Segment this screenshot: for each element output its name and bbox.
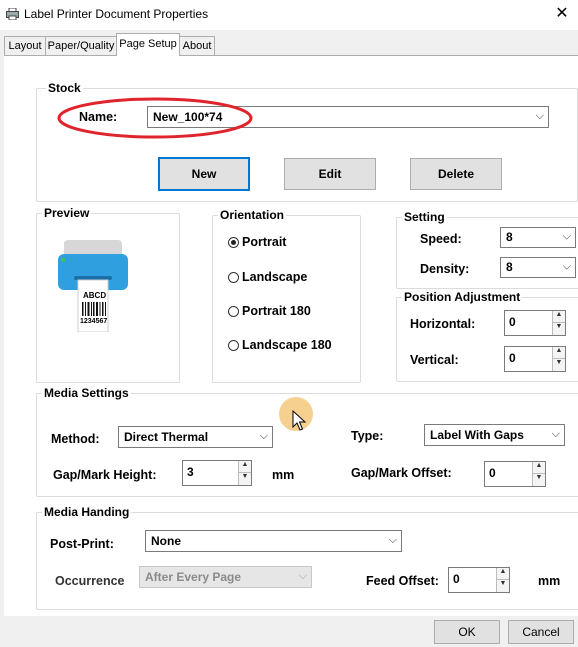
radio-portrait[interactable]	[228, 237, 239, 248]
media-settings-label: Media Settings	[42, 386, 131, 400]
horizontal-label: Horizontal:	[410, 317, 476, 331]
density-dropdown[interactable]: 8 ⌵	[500, 257, 576, 278]
speed-value: 8	[506, 230, 513, 244]
media-handing-group	[36, 512, 578, 610]
gap-mark-height-unit: mm	[272, 468, 295, 482]
vertical-spinner[interactable]: 0 ▲ ▼	[504, 346, 566, 372]
cancel-button[interactable]: Cancel	[508, 620, 574, 644]
type-value: Label With Gaps	[430, 428, 524, 442]
chevron-down-icon: ⌵	[259, 430, 268, 442]
window-title: Label Printer Document Properties	[24, 7, 209, 21]
spin-down-icon[interactable]: ▼	[552, 359, 565, 371]
feed-offset-label: Feed Offset:	[366, 574, 439, 588]
horizontal-value: 0	[509, 315, 516, 329]
method-dropdown[interactable]: Direct Thermal ⌵	[118, 426, 273, 448]
chevron-down-icon: ⌵	[535, 110, 544, 122]
density-value: 8	[506, 260, 513, 274]
red-highlight-ellipse	[57, 97, 253, 139]
radio-landscape[interactable]	[228, 272, 239, 283]
occurrence-label: Occurrence	[55, 574, 125, 588]
tab-layout[interactable]: Layout	[4, 36, 46, 55]
spin-up-icon[interactable]: ▲	[552, 311, 565, 323]
media-handing-label: Media Handing	[42, 505, 132, 519]
spin-up-icon[interactable]: ▲	[532, 462, 545, 474]
post-print-value: None	[151, 534, 181, 548]
chevron-down-icon: ⌵	[551, 428, 560, 440]
speed-label: Speed:	[420, 232, 462, 246]
chevron-down-icon: ⌵	[562, 230, 571, 243]
spin-up-icon[interactable]: ▲	[238, 461, 251, 473]
orientation-portrait-180-label: Portrait 180	[242, 304, 311, 318]
occurrence-dropdown: After Every Page ⌵	[139, 566, 312, 588]
post-print-dropdown[interactable]: None ⌵	[145, 530, 402, 552]
close-icon[interactable]: ✕	[552, 4, 572, 24]
chevron-down-icon: ⌵	[562, 260, 571, 273]
density-label: Density:	[420, 262, 470, 276]
post-print-label: Post-Print:	[50, 537, 114, 551]
feed-offset-spinner[interactable]: 0 ▲ ▼	[448, 567, 510, 593]
tab-page-setup[interactable]: Page Setup	[116, 33, 180, 56]
spin-down-icon[interactable]: ▼	[496, 580, 509, 592]
orientation-landscape-label: Landscape	[242, 270, 308, 284]
method-value: Direct Thermal	[124, 430, 209, 444]
spin-down-icon[interactable]: ▼	[552, 323, 565, 335]
spin-up-icon[interactable]: ▲	[496, 568, 509, 580]
gap-mark-offset-label: Gap/Mark Offset:	[351, 466, 452, 480]
stock-group-label: Stock	[46, 81, 83, 95]
orientation-portrait-label: Portrait	[242, 235, 287, 249]
edit-stock-button[interactable]: Edit	[284, 158, 376, 190]
speed-dropdown[interactable]: 8 ⌵	[500, 227, 576, 248]
ok-button[interactable]: OK	[434, 620, 500, 644]
tab-about[interactable]: About	[179, 36, 215, 55]
new-stock-button[interactable]: New	[158, 157, 250, 191]
feed-offset-value: 0	[453, 572, 460, 586]
vertical-value: 0	[509, 351, 516, 365]
delete-stock-button[interactable]: Delete	[410, 158, 502, 190]
type-dropdown[interactable]: Label With Gaps ⌵	[424, 424, 565, 446]
gap-mark-offset-spinner[interactable]: 0 ▲ ▼	[484, 461, 546, 487]
type-label: Type:	[351, 429, 384, 443]
spin-up-icon[interactable]: ▲	[552, 347, 565, 359]
radio-portrait-180[interactable]	[228, 306, 239, 317]
setting-group-label: Setting	[402, 210, 447, 224]
feed-offset-unit: mm	[538, 574, 561, 588]
chevron-down-icon: ⌵	[388, 534, 397, 546]
occurrence-value: After Every Page	[145, 570, 242, 584]
spin-down-icon[interactable]: ▼	[532, 474, 545, 486]
chevron-down-icon: ⌵	[298, 570, 307, 582]
gap-mark-height-spinner[interactable]: 3 ▲ ▼	[182, 460, 252, 486]
tab-paper-quality[interactable]: Paper/Quality	[45, 36, 117, 55]
printer-app-icon	[6, 8, 19, 20]
preview-group-label: Preview	[42, 206, 92, 220]
orientation-landscape-180-label: Landscape 180	[242, 338, 332, 352]
orientation-group-label: Orientation	[218, 208, 287, 222]
radio-landscape-180[interactable]	[228, 340, 239, 351]
spin-down-icon[interactable]: ▼	[238, 473, 251, 485]
method-label: Method:	[51, 432, 100, 446]
gap-mark-height-value: 3	[187, 465, 194, 479]
title-bar: Label Printer Document Properties ✕	[0, 0, 578, 30]
gap-mark-offset-value: 0	[489, 466, 496, 480]
gap-mark-height-label: Gap/Mark Height:	[53, 468, 157, 482]
horizontal-spinner[interactable]: 0 ▲ ▼	[504, 310, 566, 336]
preview-sample-text: ABCD	[83, 291, 107, 300]
position-adjustment-label: Position Adjustment	[402, 290, 523, 304]
vertical-label: Vertical:	[410, 353, 459, 367]
preview-sample-number: 1234567	[80, 318, 108, 325]
mouse-pointer-icon	[292, 410, 306, 431]
